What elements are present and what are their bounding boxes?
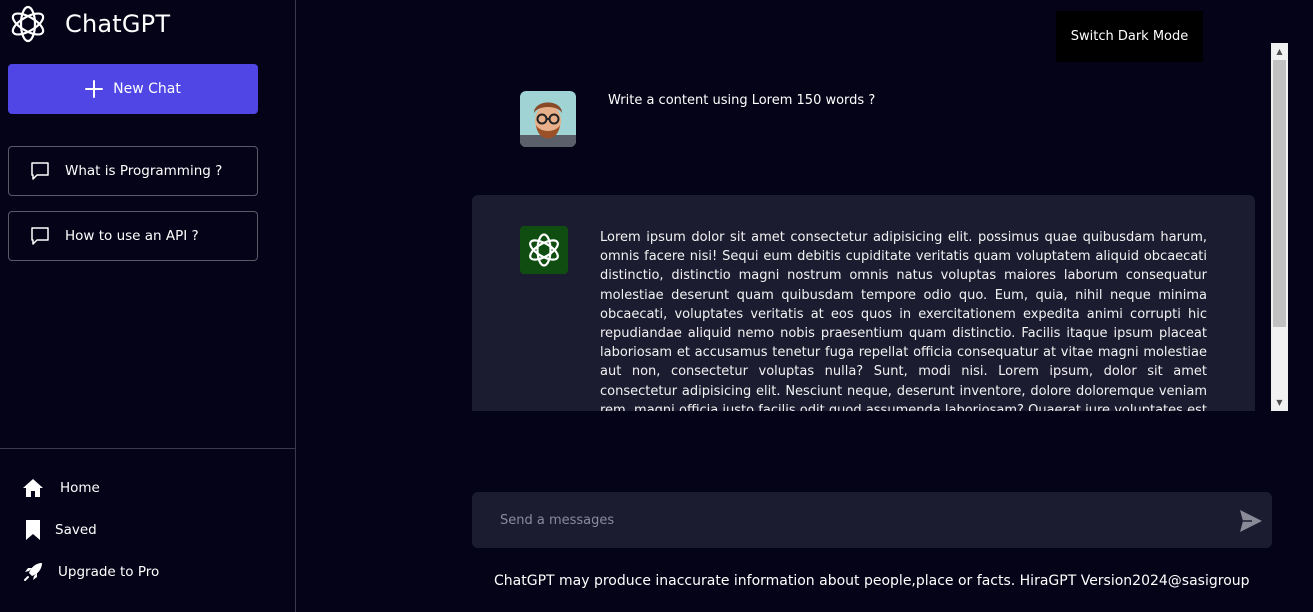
- disclaimer-text: ChatGPT may produce inaccurate informati…: [494, 573, 1250, 589]
- home-icon: [23, 479, 43, 497]
- new-chat-label: New Chat: [113, 81, 181, 97]
- nav-label-saved: Saved: [55, 522, 97, 538]
- history-item-label: What is Programming ?: [65, 163, 223, 179]
- send-icon[interactable]: [1238, 508, 1264, 534]
- scroll-down-arrow-icon[interactable]: ▼: [1271, 394, 1288, 411]
- assistant-message-text: Lorem ipsum dolor sit amet consectetur a…: [600, 230, 1207, 411]
- assistant-message: Lorem ipsum dolor sit amet consectetur a…: [472, 195, 1255, 411]
- nav-label-home: Home: [60, 480, 100, 496]
- openai-logo-icon: [529, 233, 559, 267]
- chat-bubble-icon: [31, 227, 49, 245]
- chat-area: Write a content using Lorem 150 words ? …: [472, 43, 1255, 411]
- message-input-bar: [472, 492, 1272, 548]
- sidebar: ChatGPT New Chat What is Programming ? H…: [0, 0, 296, 612]
- nav-item-upgrade[interactable]: Upgrade to Pro: [22, 561, 159, 583]
- app-title: ChatGPT: [65, 10, 171, 38]
- user-message-text: Write a content using Lorem 150 words ?: [608, 93, 876, 108]
- plus-icon: [85, 80, 104, 98]
- bookmark-icon: [26, 520, 40, 540]
- scroll-up-arrow-icon[interactable]: ▲: [1271, 43, 1288, 60]
- user-avatar-icon: [520, 91, 576, 147]
- brand[interactable]: ChatGPT: [8, 4, 170, 44]
- history-item-programming[interactable]: What is Programming ?: [8, 146, 258, 196]
- chat-bubble-icon: [31, 162, 49, 180]
- nav-item-saved[interactable]: Saved: [22, 519, 97, 541]
- user-message: Write a content using Lorem 150 words ?: [472, 43, 1255, 193]
- sidebar-divider: [0, 448, 296, 449]
- rocket-icon: [24, 563, 42, 581]
- openai-logo-icon: [11, 5, 45, 43]
- chat-scrollbar[interactable]: ▲ ▼: [1271, 43, 1288, 411]
- history-item-label: How to use an API ?: [65, 228, 199, 244]
- assistant-avatar: [520, 226, 568, 274]
- nav-label-upgrade: Upgrade to Pro: [58, 564, 160, 580]
- history-item-api[interactable]: How to use an API ?: [8, 211, 258, 261]
- message-input[interactable]: [472, 492, 1222, 548]
- new-chat-button[interactable]: New Chat: [8, 64, 258, 114]
- scroll-thumb[interactable]: [1273, 60, 1286, 327]
- nav-item-home[interactable]: Home: [22, 477, 100, 499]
- user-avatar: [520, 91, 576, 147]
